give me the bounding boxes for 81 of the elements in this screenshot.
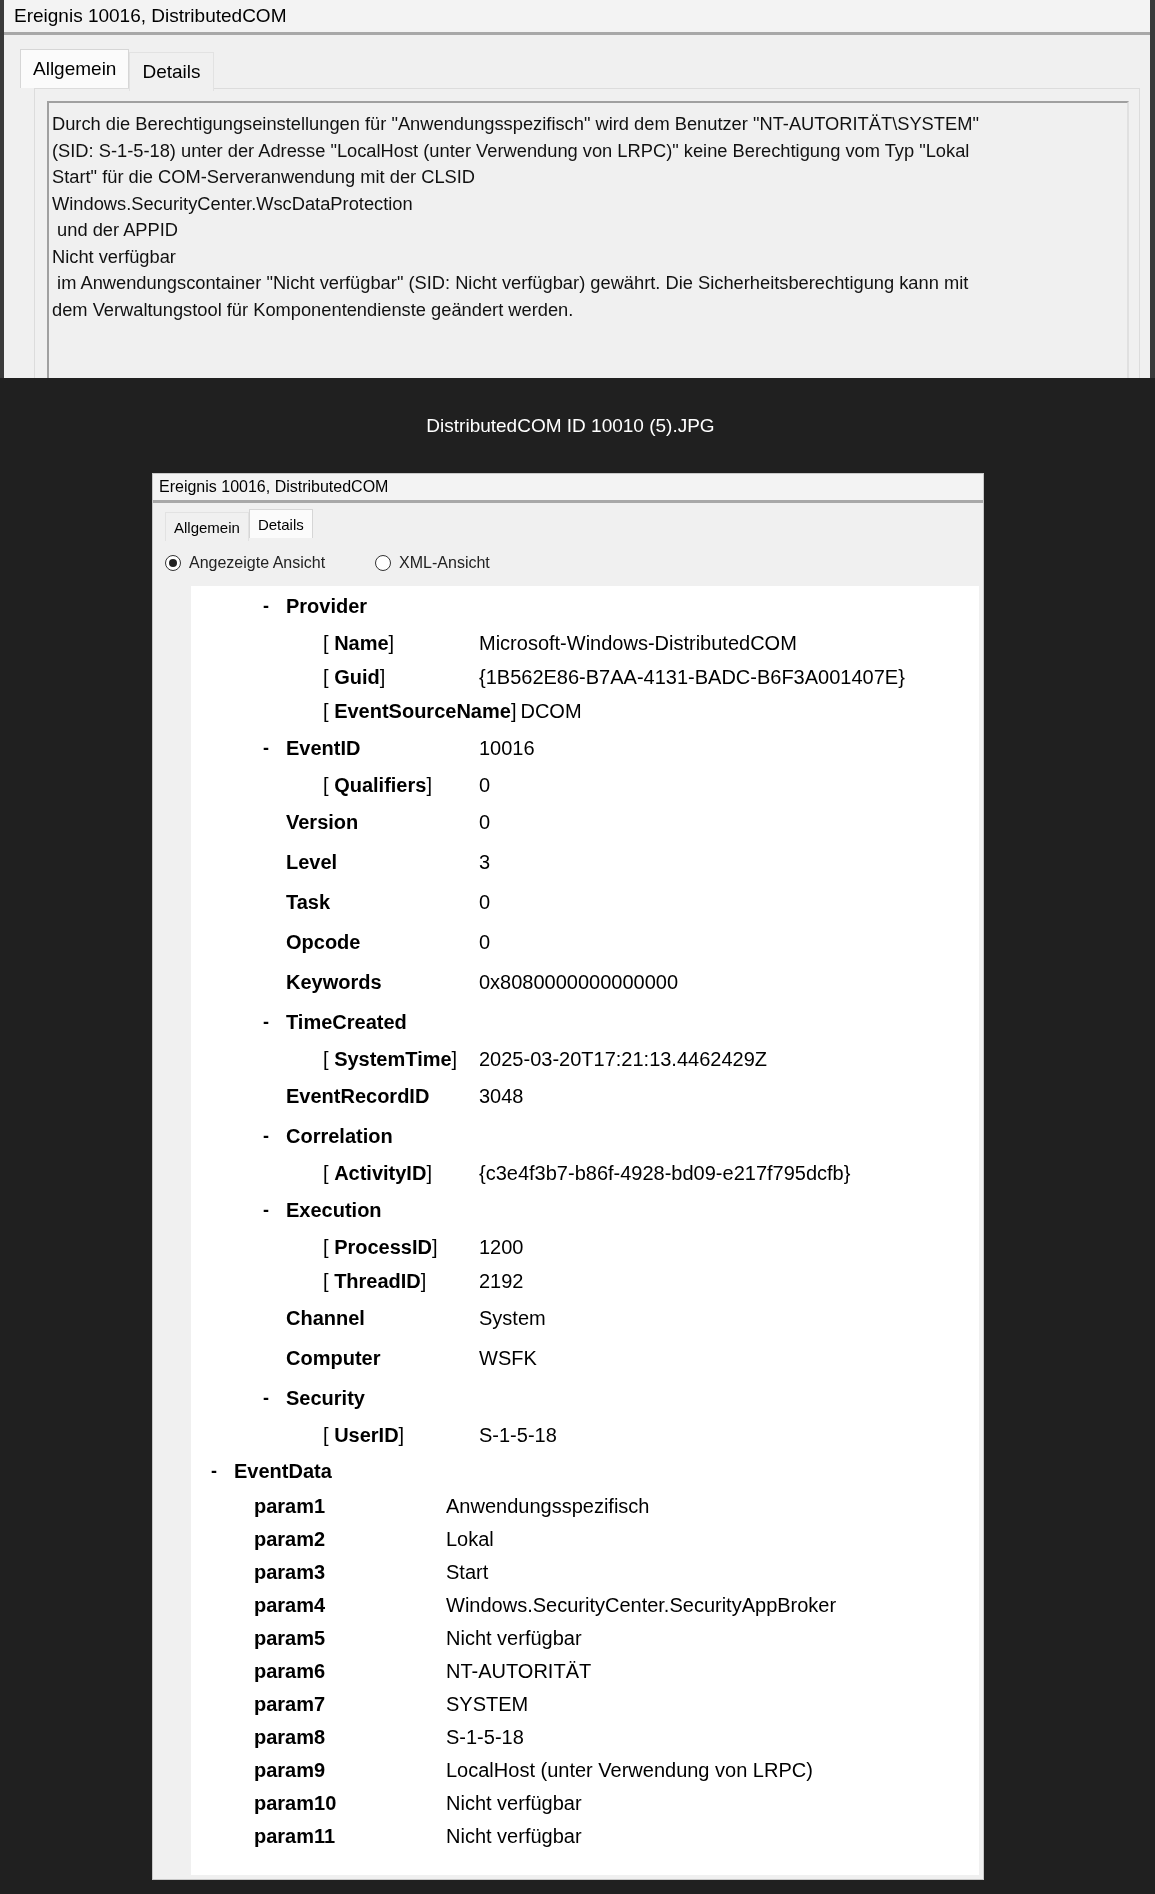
node-value: {c3e4f3b7-b86f-4928-bd09-e217f795dcfb} [479,1161,851,1185]
node-value: {1B562E86-B7AA-4131-BADC-B6F3A001407E} [479,665,905,689]
node-name: Execution [286,1198,383,1222]
collapse-toggle[interactable]: - [263,1125,286,1147]
param-name: param11 [254,1825,337,1848]
param-value: Start [446,1561,489,1584]
node-name: Opcode [286,930,362,954]
attribute-name: [ ThreadID] [323,1269,428,1293]
attribute-name: [ Qualifiers] [323,773,433,797]
collapse-toggle[interactable]: - [263,1387,286,1409]
param-name: param10 [254,1792,338,1815]
param-name: param2 [254,1528,327,1551]
param-value: SYSTEM [446,1693,529,1716]
collapse-toggle[interactable]: - [263,737,286,759]
node-value: WSFK [479,1346,537,1370]
param-name: param5 [254,1627,327,1650]
node-value: 0 [479,890,491,914]
radio-option[interactable]: Angezeigte Ansicht [165,554,326,572]
param-name: param1 [254,1495,327,1518]
attribute-name: [ ProcessID] [323,1235,439,1259]
param-name: param3 [254,1561,327,1584]
node-name: EventID [286,736,362,760]
tab[interactable]: Details [248,509,313,538]
attribute-name: [ SystemTime] [323,1047,459,1071]
param-value: Lokal [446,1528,494,1551]
radio-icon[interactable] [165,555,181,571]
node-value: 0 [479,930,491,954]
node-name: Provider [286,594,369,618]
node-name: Version [286,810,360,834]
node-name: Computer [286,1346,382,1370]
param-value: S-1-5-18 [446,1726,524,1749]
param-name: param7 [254,1693,327,1716]
param-value: LocalHost (unter Verwendung von LRPC) [446,1759,813,1782]
param-name: param9 [254,1759,327,1782]
node-name: Level [286,850,339,874]
node-name: Correlation [286,1124,394,1148]
collapse-toggle[interactable]: - [211,1460,234,1482]
event-description: Durch die Berechtigungseinstellungen für "Anwendungsspezifisch" wird dem Benutzer "NT-AUTORITÄT\SYSTEM" (SID: S-1-5-18) unter der Adresse "LocalHost (unter Verwendung von LRPC)" keine Berechtigung vom Typ "Lokal Start" für die COM-Serveranwendung mit der CLSID Windows.SecurityCenter.WscDataProtection und der APPID Nicht verfügbar im Anwendungscontainer "Nicht verfügbar" (SID: Nicht verfügbar) gewährt. Die Sicherheitsberechtigung kann mit dem Verwaltungstool für Komponentendienste geändert werden. [47,101,1129,378]
tab[interactable]: Allgemein [165,512,249,541]
tab[interactable]: Details [129,52,214,91]
attribute-name: [ ActivityID] [323,1161,433,1185]
node-name: TimeCreated [286,1010,408,1034]
collapse-toggle[interactable]: - [263,595,286,617]
param-name: param4 [254,1594,327,1617]
node-value: 3 [479,850,491,874]
node-value: 0x8080000000000000 [479,970,679,994]
radio-icon[interactable] [375,555,392,571]
node-name: EventRecordID [286,1084,431,1108]
collapse-toggle[interactable]: - [263,1199,286,1221]
param-name: param6 [254,1660,327,1683]
node-value: 2192 [479,1269,524,1293]
node-value: DCOM [520,699,582,723]
node-value: System [479,1306,546,1330]
node-name: Task [286,890,332,914]
param-name: param8 [254,1726,327,1749]
node-name: Security [286,1386,366,1410]
param-value: NT-AUTORITÄT [446,1660,592,1683]
tab[interactable]: Allgemein [20,49,130,88]
node-value: 3048 [479,1084,524,1108]
collapse-toggle[interactable]: - [263,1011,286,1033]
node-value: S-1-5-18 [479,1423,557,1447]
param-value: Windows.SecurityCenter.SecurityAppBroker [446,1594,837,1617]
param-value: Nicht verfügbar [446,1792,582,1815]
attribute-name: [ Guid] [323,665,387,689]
image-caption: DistributedCOM ID 10010 (5).JPG [426,414,715,437]
node-value: 0 [479,773,491,797]
param-value: Nicht verfügbar [446,1825,582,1848]
node-value: 2025-03-20T17:21:13.4462429Z [479,1047,767,1071]
node-value: 0 [479,810,491,834]
attribute-name: [ EventSourceName] [323,699,518,723]
radio-option[interactable]: XML-Ansicht [375,554,490,572]
attribute-name: [ UserID] [323,1423,406,1447]
node-value: 1200 [479,1235,524,1259]
param-value: Anwendungsspezifisch [446,1495,650,1518]
node-name: EventData [234,1459,333,1483]
param-value: Nicht verfügbar [446,1627,582,1650]
node-value: 10016 [479,736,535,760]
node-name: Channel [286,1306,366,1330]
attribute-name: [ Name] [323,631,396,655]
node-name: Keywords [286,970,383,994]
node-value: Microsoft-Windows-DistributedCOM [479,631,797,655]
